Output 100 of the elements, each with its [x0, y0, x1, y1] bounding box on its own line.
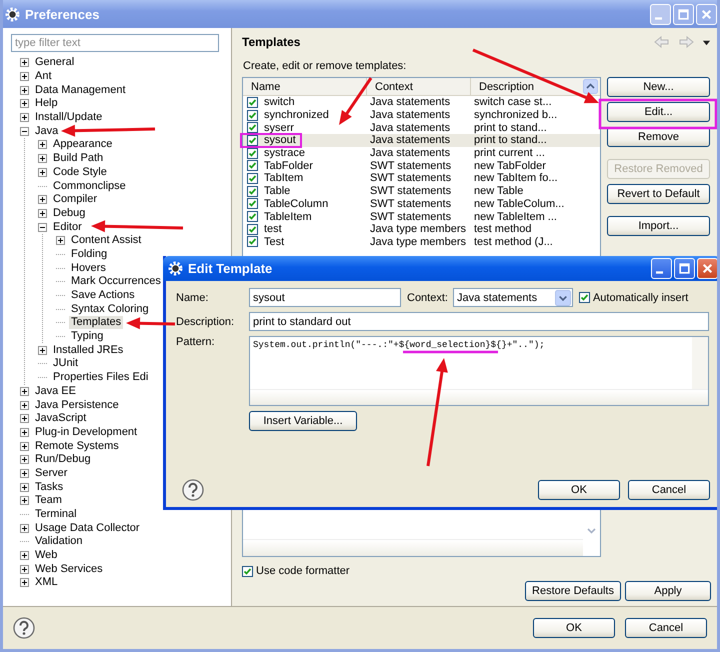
expand-icon[interactable]: [20, 578, 29, 588]
minimize-button[interactable]: [651, 258, 672, 279]
tree-item[interactable]: Web: [33, 549, 60, 562]
expand-icon[interactable]: [20, 58, 29, 68]
tree-item[interactable]: Terminal: [33, 508, 79, 522]
expand-icon[interactable]: [20, 455, 29, 464]
tree-item[interactable]: Java: [33, 124, 60, 138]
tree-item[interactable]: Team: [33, 494, 64, 508]
expand-icon[interactable]: [20, 482, 29, 492]
table-row[interactable]: Test Java type members test method (J...: [243, 236, 600, 248]
checkbox[interactable]: [247, 224, 258, 235]
expand-icon[interactable]: [20, 468, 29, 478]
expand-icon[interactable]: [20, 428, 29, 437]
tree-item[interactable]: Java Persistence: [33, 398, 121, 412]
tree-item[interactable]: Build Path: [51, 152, 106, 166]
horizontal-scrollbar[interactable]: [243, 539, 583, 556]
table-row[interactable]: switch Java statements switch case st...: [243, 96, 600, 109]
tree-item[interactable]: Hovers: [69, 262, 108, 275]
expand-icon[interactable]: [38, 140, 47, 150]
tree-item[interactable]: Installed JREs: [51, 344, 126, 357]
table-row[interactable]: Table SWT statements new Table: [243, 184, 600, 198]
checkbox[interactable]: [242, 566, 253, 576]
insert-variable-button[interactable]: Insert Variable...: [249, 411, 357, 431]
tree-item[interactable]: Folding: [69, 248, 110, 261]
tree-item[interactable]: Tasks: [33, 480, 66, 494]
tree-item[interactable]: XML: [33, 576, 60, 590]
tree-item[interactable]: Plug-in Development: [33, 426, 140, 439]
expand-icon[interactable]: [20, 86, 29, 95]
tree-item[interactable]: Ant: [33, 70, 54, 84]
close-button[interactable]: [697, 258, 717, 279]
tree-item[interactable]: Appearance: [51, 138, 114, 152]
table-row[interactable]: sysout Java statements print to stand...: [243, 134, 600, 147]
checkbox[interactable]: [247, 110, 258, 121]
tree-item[interactable]: Properties Files Edi: [51, 371, 150, 384]
expand-icon[interactable]: [20, 113, 29, 122]
tree-item[interactable]: Install/Update: [33, 111, 104, 124]
checkbox[interactable]: [247, 186, 258, 197]
dropdown-icon[interactable]: [702, 38, 711, 46]
checkbox[interactable]: [578, 292, 590, 303]
filter-field[interactable]: type filter text: [11, 34, 219, 52]
action-button[interactable]: Edit...: [607, 102, 710, 122]
table-row[interactable]: test Java type members test method: [243, 222, 600, 236]
tree-item[interactable]: Code Style: [51, 166, 109, 179]
description-field[interactable]: print to standard out: [249, 312, 709, 331]
expand-icon[interactable]: [20, 99, 29, 108]
table-row[interactable]: TabFolder SWT statements new TabFolder: [243, 159, 600, 172]
vertical-scrollbar[interactable]: [692, 337, 708, 389]
checkbox[interactable]: [247, 236, 258, 248]
checkbox[interactable]: [247, 122, 258, 134]
checkbox[interactable]: [247, 148, 258, 159]
tree-item[interactable]: Content Assist: [69, 234, 144, 248]
tree-item[interactable]: JavaScript: [33, 412, 88, 426]
expand-icon[interactable]: [20, 72, 29, 82]
tree-item[interactable]: Run/Debug: [33, 453, 93, 466]
tree-item[interactable]: Templates: [69, 316, 124, 330]
tree-item[interactable]: Commonclipse: [51, 180, 128, 193]
tree-item[interactable]: Typing: [69, 330, 106, 344]
tree-item[interactable]: Compiler: [51, 193, 100, 206]
checkbox[interactable]: [247, 198, 258, 210]
table-row[interactable]: syserr Java statements print to stand...: [243, 121, 600, 134]
table-row[interactable]: TableColumn SWT statements new TableColum...: [243, 198, 600, 210]
expand-icon[interactable]: [20, 496, 29, 506]
tree-item[interactable]: Help: [33, 97, 60, 110]
context-dropdown[interactable]: Java statements: [452, 288, 573, 307]
expand-icon[interactable]: [20, 400, 29, 410]
collapse-icon[interactable]: [38, 222, 47, 232]
cancel-button[interactable]: Cancel: [625, 618, 707, 638]
tree-item[interactable]: Usage Data Collector: [33, 522, 142, 535]
maximize-button[interactable]: [674, 258, 695, 279]
table-row[interactable]: synchronized Java statements synchronized b...: [243, 108, 600, 122]
pattern-field[interactable]: System.out.println("---.:"+${word_selection}${}+"..");: [249, 336, 709, 406]
tree-item[interactable]: Remote Systems: [33, 440, 121, 453]
tree-item[interactable]: Web Services: [33, 562, 105, 576]
tree-item[interactable]: General: [33, 56, 76, 70]
table-row[interactable]: TabItem SWT statements new TabItem fo...: [243, 172, 600, 185]
horizontal-scrollbar[interactable]: [250, 389, 708, 405]
tree-item[interactable]: Debug: [51, 206, 88, 220]
expand-icon[interactable]: [38, 168, 47, 177]
expand-icon[interactable]: [20, 564, 29, 574]
tree-item[interactable]: JUnit: [51, 357, 80, 370]
scroll-up-icon[interactable]: [583, 79, 598, 94]
ok-button[interactable]: OK: [533, 618, 615, 638]
expand-icon[interactable]: [38, 208, 47, 218]
action-button[interactable]: Import...: [607, 216, 710, 236]
tree-item[interactable]: Java EE: [33, 384, 78, 398]
expand-icon[interactable]: [20, 414, 29, 424]
tree-item[interactable]: Data Management: [33, 84, 128, 97]
apply-button[interactable]: Apply: [625, 581, 711, 601]
tree-item[interactable]: Server: [33, 466, 70, 480]
tree-item[interactable]: Save Actions: [69, 289, 137, 302]
cancel-button[interactable]: Cancel: [628, 480, 710, 500]
expand-icon[interactable]: [20, 524, 29, 533]
restore-defaults-button[interactable]: Restore Defaults: [525, 581, 621, 601]
action-button[interactable]: Revert to Default: [607, 184, 710, 204]
name-field[interactable]: sysout: [249, 288, 401, 307]
checkbox[interactable]: [247, 134, 258, 146]
expand-icon[interactable]: [20, 442, 29, 451]
expand-icon[interactable]: [38, 195, 47, 204]
expand-icon[interactable]: [38, 154, 47, 164]
help-icon[interactable]: [13, 617, 35, 639]
